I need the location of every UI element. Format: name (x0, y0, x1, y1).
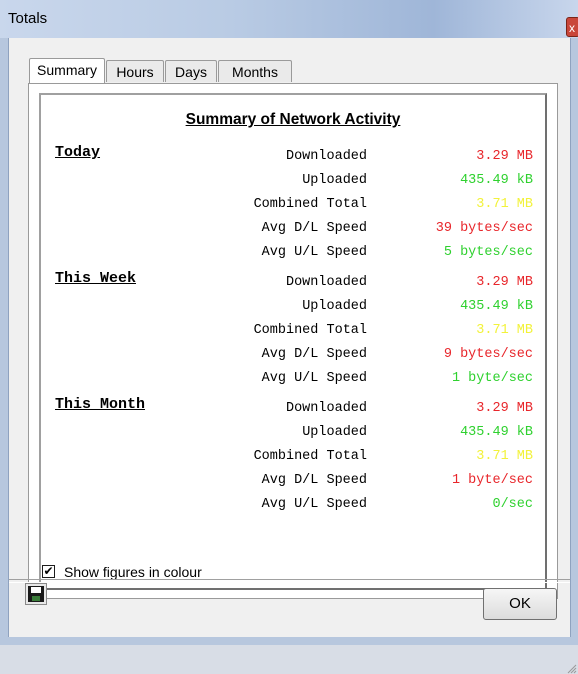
summary-heading: Summary of Network Activity (185, 111, 401, 128)
window-frame-left (0, 38, 9, 645)
stat-label-avg-dl: Avg D/L Speed (261, 347, 367, 362)
close-button[interactable]: x (566, 17, 578, 37)
stat-label-avg-ul: Avg U/L Speed (261, 497, 367, 512)
tab-months[interactable]: Months (218, 60, 292, 82)
stat-label-uploaded: Uploaded (302, 299, 367, 314)
tab-hours[interactable]: Hours (106, 60, 164, 82)
stat-label-combined: Combined Total (253, 197, 367, 212)
stat-label-avg-dl: Avg D/L Speed (261, 473, 367, 488)
stat-value-downloaded: 3.29 MB (476, 149, 533, 164)
stat-value-avg-ul: 0/sec (492, 497, 533, 512)
stat-value-uploaded: 435.49 kB (460, 299, 533, 314)
stat-label-downloaded: Downloaded (285, 275, 367, 290)
stat-value-avg-ul: 1 byte/sec (451, 371, 533, 386)
section-title: This Week (55, 270, 137, 287)
stat-value-downloaded: 3.29 MB (476, 275, 533, 290)
stat-value-downloaded: 3.29 MB (476, 401, 533, 416)
tab-days[interactable]: Days (165, 60, 217, 82)
stat-value-combined: 3.71 MB (476, 197, 533, 212)
stat-label-combined: Combined Total (253, 323, 367, 338)
stat-label-downloaded: Downloaded (285, 401, 367, 416)
stat-label-avg-dl: Avg D/L Speed (261, 221, 367, 236)
tab-summary[interactable]: Summary (29, 58, 105, 83)
stat-value-uploaded: 435.49 kB (460, 425, 533, 440)
stat-value-combined: 3.71 MB (476, 449, 533, 464)
ok-button[interactable]: OK (483, 588, 557, 620)
stat-label-uploaded: Uploaded (302, 173, 367, 188)
window-frame-right (570, 38, 578, 645)
stat-label-combined: Combined Total (253, 449, 367, 464)
checkmark-icon: ✔ (43, 564, 54, 578)
stat-label-avg-ul: Avg U/L Speed (261, 245, 367, 260)
divider (9, 579, 570, 583)
resize-grip-icon[interactable] (565, 662, 577, 674)
stat-value-combined: 3.71 MB (476, 323, 533, 338)
summary-box: Summary of Network Activity Today Downloa… (39, 93, 547, 590)
tab-panel-summary: Summary of Network Activity Today Downloa… (28, 83, 558, 599)
stat-value-uploaded: 435.49 kB (460, 173, 533, 188)
stat-value-avg-dl: 1 byte/sec (451, 473, 533, 488)
stat-label-avg-ul: Avg U/L Speed (261, 371, 367, 386)
show-colour-label: Show figures in colour (64, 564, 202, 580)
stat-value-avg-dl: 39 bytes/sec (435, 221, 533, 236)
section-title: This Month (55, 396, 146, 413)
show-colour-checkbox[interactable]: ✔ (42, 565, 55, 578)
stat-value-avg-dl: 9 bytes/sec (443, 347, 533, 362)
window-frame-bottom (0, 637, 578, 645)
stat-label-uploaded: Uploaded (302, 425, 367, 440)
stat-label-downloaded: Downloaded (285, 149, 367, 164)
window-title: Totals (8, 10, 48, 27)
title-bar[interactable]: Totals x (0, 0, 578, 38)
save-button[interactable] (25, 583, 47, 605)
dialog-client-area: Summary Hours Days Months Summary of Net… (9, 38, 577, 674)
section-title: Today (55, 144, 101, 161)
floppy-disk-icon (28, 586, 44, 602)
stat-value-avg-ul: 5 bytes/sec (443, 245, 533, 260)
totals-window: Totals x Summary Hours Days Months Summa… (0, 0, 578, 674)
